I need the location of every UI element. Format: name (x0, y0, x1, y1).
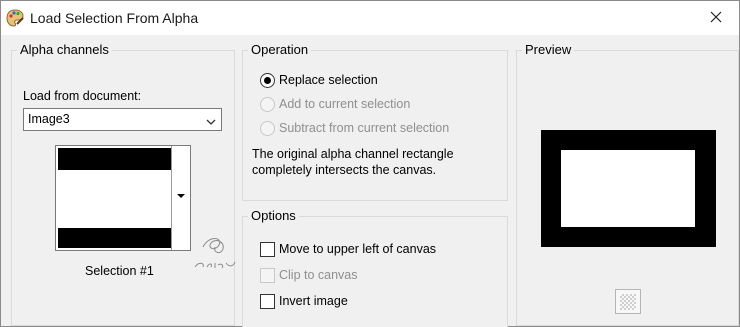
invert-image-checkbox[interactable] (260, 294, 275, 309)
selection-name-label: Selection #1 (85, 264, 154, 278)
signature-watermark (189, 233, 241, 273)
title-bar[interactable]: Load Selection From Alpha (1, 1, 739, 35)
document-select-value: Image3 (28, 112, 70, 126)
preview-title: Preview (522, 42, 575, 57)
alpha-channel-dropdown-button[interactable] (171, 146, 190, 250)
move-to-upper-left-label[interactable]: Move to upper left of canvas (279, 242, 436, 256)
document-select[interactable]: Image3 (23, 108, 222, 131)
dialog-window: Load Selection From Alpha Alpha channels… (0, 0, 740, 327)
thumbnail-mask-top (58, 148, 171, 170)
subtract-from-selection-label[interactable]: Subtract from current selection (279, 121, 449, 135)
operation-message-line1: The original alpha channel rectangle (252, 147, 454, 161)
alpha-channel-picker[interactable] (55, 145, 191, 251)
move-to-upper-left-checkbox[interactable] (260, 242, 275, 257)
clip-to-canvas-label[interactable]: Clip to canvas (279, 268, 358, 282)
window-title: Load Selection From Alpha (30, 10, 199, 26)
chevron-down-icon (206, 115, 216, 125)
add-to-selection-label[interactable]: Add to current selection (279, 97, 410, 111)
operation-group: Operation Replace selection Add to curre… (242, 42, 508, 201)
preview-selection-area (561, 150, 695, 227)
options-group: Options Move to upper left of canvas Cli… (242, 208, 508, 327)
close-icon (710, 11, 722, 26)
preview-image (541, 130, 716, 247)
checkerboard-icon (620, 293, 636, 310)
alpha-channel-thumbnail (58, 148, 171, 248)
thumbnail-mask-bottom (58, 228, 171, 248)
preview-group: Preview (516, 42, 739, 326)
transparency-toggle-button[interactable] (615, 289, 641, 314)
close-button[interactable] (693, 1, 739, 35)
clip-to-canvas-checkbox[interactable] (260, 268, 275, 283)
triangle-down-icon (177, 194, 185, 198)
load-from-document-label: Load from document: (23, 89, 142, 103)
subtract-from-selection-radio[interactable] (260, 121, 275, 136)
operation-title: Operation (248, 42, 312, 57)
options-title: Options (248, 208, 299, 223)
alpha-channels-title: Alpha channels (17, 42, 112, 57)
add-to-selection-radio[interactable] (260, 97, 275, 112)
paint-palette-icon (5, 8, 25, 28)
replace-selection-label[interactable]: Replace selection (279, 73, 378, 87)
alpha-channels-group: Alpha channels Load from document: Image… (11, 42, 235, 326)
replace-selection-radio[interactable] (260, 73, 275, 88)
operation-message-line2: completely intersects the canvas. (252, 163, 437, 177)
invert-image-label[interactable]: Invert image (279, 294, 348, 308)
